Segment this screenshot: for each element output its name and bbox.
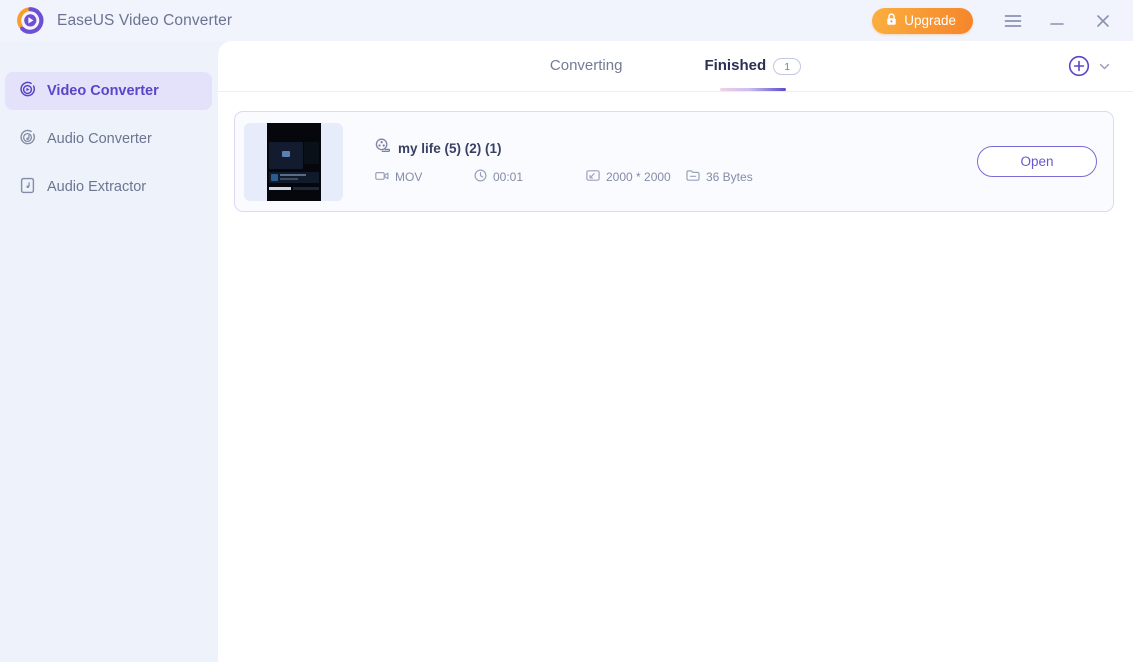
file-size: 36 Bytes <box>686 169 753 185</box>
audio-converter-icon <box>19 129 36 150</box>
tab-converting[interactable]: Converting <box>550 57 623 90</box>
upgrade-label: Upgrade <box>904 13 956 28</box>
video-camera-icon <box>375 170 389 185</box>
file-name-row: my life (5) (2) (1) <box>375 138 977 158</box>
app-window: EaseUS Video Converter Upgrade Video Con… <box>0 0 1133 662</box>
thumbnail-detail <box>269 186 291 190</box>
open-button[interactable]: Open <box>977 146 1097 177</box>
tab-label: Converting <box>549 57 623 74</box>
thumbnail-detail <box>282 150 290 157</box>
hamburger-menu-icon[interactable] <box>991 0 1035 41</box>
file-metadata-row: MOV 00:01 2000 * 2000 36 Bytes <box>375 169 977 185</box>
sidebar-item-label: Video Converter <box>47 82 159 99</box>
file-card[interactable]: my life (5) (2) (1) MOV 00:01 2000 * 200… <box>234 111 1114 212</box>
upgrade-button[interactable]: Upgrade <box>872 7 973 34</box>
file-thumbnail <box>244 122 343 201</box>
video-converter-icon <box>19 81 36 102</box>
sidebar-item-audio-extractor[interactable]: Audio Extractor <box>5 168 212 206</box>
file-duration-value: 00:01 <box>493 170 524 184</box>
thumbnail-detail <box>280 173 306 176</box>
file-size-icon <box>686 169 700 185</box>
file-resolution: 2000 * 2000 <box>586 169 686 185</box>
app-title: EaseUS Video Converter <box>57 11 233 29</box>
thumbnail-detail <box>271 173 278 181</box>
close-icon[interactable] <box>1079 0 1127 41</box>
thumbnail-detail <box>293 186 319 190</box>
active-tab-underline <box>719 88 786 91</box>
file-list: my life (5) (2) (1) MOV 00:01 2000 * 200… <box>218 92 1133 212</box>
minimize-icon[interactable] <box>1035 0 1079 41</box>
sidebar-item-audio-converter[interactable]: Audio Converter <box>5 120 212 158</box>
file-name: my life (5) (2) (1) <box>398 140 502 156</box>
sidebar-item-video-converter[interactable]: Video Converter <box>5 72 212 110</box>
add-circle-icon[interactable] <box>1068 55 1090 82</box>
clock-icon <box>474 169 487 185</box>
thumbnail-detail <box>280 177 298 180</box>
chevron-down-icon[interactable] <box>1098 60 1111 78</box>
thumbnail-detail <box>304 141 319 164</box>
file-size-value: 36 Bytes <box>706 170 753 184</box>
easeus-circular-play-logo-icon <box>16 6 45 35</box>
sidebar: Video Converter Audio Converter Audio Ex… <box>0 41 218 662</box>
file-format: MOV <box>375 170 474 185</box>
lock-icon <box>886 12 897 29</box>
resolution-icon <box>586 169 600 185</box>
app-brand: EaseUS Video Converter <box>0 6 232 35</box>
tab-bar: Converting Finished 1 <box>218 41 1133 92</box>
tab-label: Finished <box>704 57 767 74</box>
file-resolution-value: 2000 * 2000 <box>606 170 671 184</box>
sidebar-item-label: Audio Extractor <box>47 178 147 195</box>
tab-finished[interactable]: Finished 1 <box>704 57 802 91</box>
title-bar: EaseUS Video Converter Upgrade <box>0 0 1133 41</box>
add-file-controls <box>1068 55 1111 82</box>
tab-list: Converting Finished 1 <box>218 41 1133 92</box>
thumbnail-frame <box>267 122 321 201</box>
film-reel-icon <box>375 138 391 158</box>
main-content: Converting Finished 1 my life (5) (2) (1… <box>218 41 1133 662</box>
window-controls: Upgrade <box>872 0 1133 41</box>
file-duration: 00:01 <box>474 169 586 185</box>
tab-badge-count: 1 <box>773 58 802 75</box>
sidebar-item-label: Audio Converter <box>47 130 152 147</box>
file-format-value: MOV <box>395 170 423 184</box>
audio-extractor-icon <box>19 177 36 198</box>
file-info: my life (5) (2) (1) MOV 00:01 2000 * 200… <box>343 138 977 185</box>
